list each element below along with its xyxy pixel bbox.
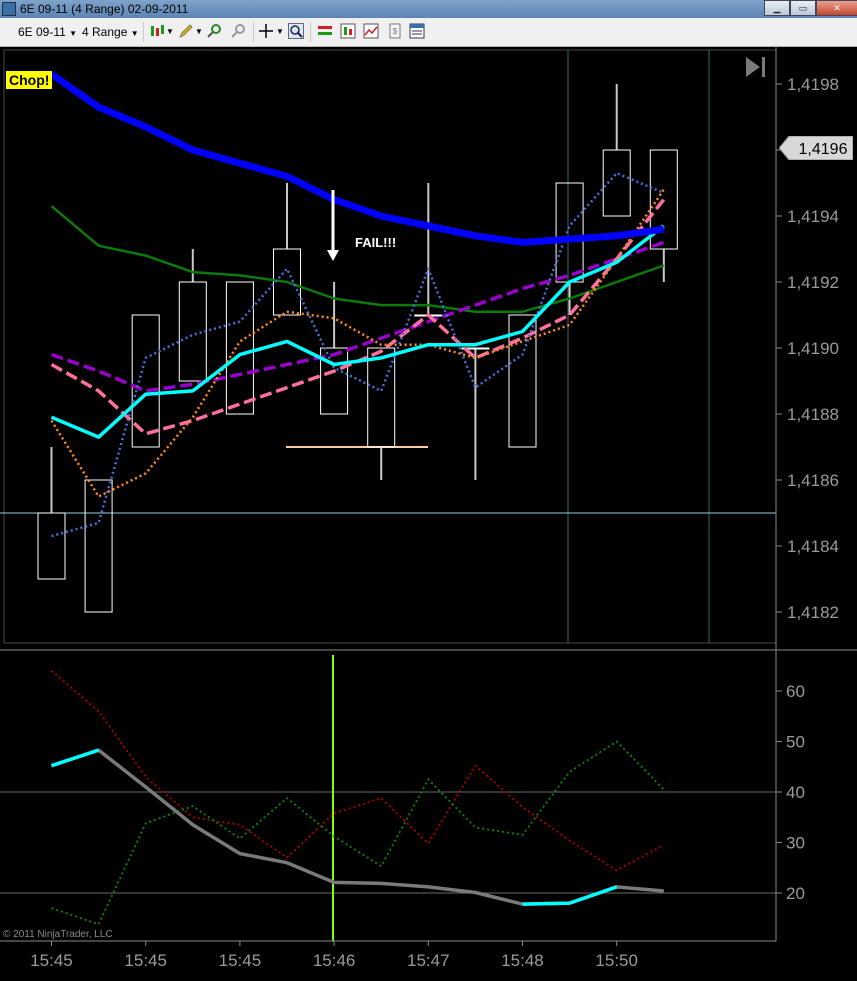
chevron-down-icon[interactable]: ▼ (276, 24, 284, 40)
ma-line-blue-thick (49, 71, 665, 246)
current-price-flag: 1,4196 (779, 136, 853, 160)
chart-area[interactable]: FAIL!!! 1,4198 1,4194 1,4192 1,4190 1,4188 1,… (0, 46, 857, 981)
candle (178, 281, 207, 382)
zoom-out-icon[interactable] (230, 23, 246, 39)
toolbar-separator (143, 22, 144, 42)
price-tick-label: 1,4186 (787, 471, 839, 490)
price-tick-label: 1,4198 (787, 75, 839, 94)
toolbar-separator (310, 22, 311, 42)
instrument-selector[interactable]: 6E 09-11 ▼ (18, 24, 77, 40)
magnifier-icon[interactable] (288, 23, 304, 39)
osc-highlight-segment (522, 885, 618, 906)
chop-label: Chop! (6, 71, 53, 89)
data-icon[interactable]: $ (387, 23, 403, 39)
osc-tick-label: 60 (786, 682, 805, 701)
osc-green-dotted-line (51, 740, 665, 926)
close-button[interactable]: ✕ (816, 0, 857, 16)
candle (225, 281, 254, 415)
fail-label: FAIL!!! (355, 235, 396, 250)
time-tick-label: 15:48 (501, 951, 544, 970)
time-tick-label: 15:50 (595, 951, 638, 970)
osc-tick-label: 40 (786, 783, 805, 802)
candle (555, 182, 584, 283)
candlestick-icon[interactable] (149, 23, 165, 39)
candle (84, 479, 113, 613)
toolbar-separator (253, 22, 254, 42)
osc-tick-label: 50 (786, 733, 805, 752)
price-tick-label: 1,4184 (787, 537, 839, 556)
interval-label: 4 Range (82, 25, 128, 39)
go-to-end-icon (746, 57, 760, 77)
down-arrow-icon (327, 250, 339, 261)
candle (37, 512, 66, 580)
price-tick-label: 1,4182 (787, 603, 839, 622)
price-panel: FAIL!!! (0, 49, 777, 644)
price-tick-label: 1,4188 (787, 405, 839, 424)
zoom-in-icon[interactable] (206, 23, 222, 39)
chevron-down-icon: ▼ (69, 29, 78, 38)
time-tick-label: 15:45 (30, 951, 73, 970)
chevron-down-icon: ▼ (130, 29, 139, 38)
ma-line-blue-dotted (51, 171, 665, 538)
maximize-button[interactable]: ▭ (790, 0, 816, 16)
price-tick-label: 1,4190 (787, 339, 839, 358)
price-tick-label: 1,4194 (787, 207, 839, 226)
interval-selector[interactable]: 4 Range ▼ (82, 24, 139, 40)
strategy-icon[interactable] (363, 23, 379, 39)
time-tick-label: 15:45 (124, 951, 167, 970)
time-tick-label: 15:45 (219, 951, 262, 970)
candle (367, 347, 396, 448)
ma-line-purple-dashed (50, 240, 665, 393)
chevron-down-icon[interactable]: ▼ (195, 24, 203, 40)
pencil-icon[interactable] (178, 23, 194, 39)
order-icon[interactable] (317, 23, 333, 39)
properties-icon[interactable] (409, 23, 425, 39)
minimize-button[interactable]: ▁ (764, 0, 790, 16)
app-icon (2, 2, 16, 16)
ma-line-cyan (50, 224, 665, 439)
oscillator-panel (0, 655, 776, 941)
osc-red-dotted-line (50, 670, 665, 872)
copyright-notice: © 2011 NinjaTrader, LLC (3, 929, 113, 940)
current-price-value: 1,4196 (799, 141, 848, 158)
time-tick-label: 15:46 (313, 951, 356, 970)
price-tick-label: 1,4192 (787, 273, 839, 292)
chart-toolbar: 6E 09-11 ▼ 4 Range ▼ ▼ ▼ ▼ $ (0, 18, 857, 47)
ma-line-green (50, 205, 665, 313)
window-titlebar: 6E 09-11 (4 Range) 02-09-2011 ▁ ▭ ✕ (0, 0, 857, 18)
osc-tick-label: 30 (786, 834, 805, 853)
instrument-label: 6E 09-11 (18, 25, 66, 39)
svg-text:$: $ (393, 27, 398, 36)
window-title: 6E 09-11 (4 Range) 02-09-2011 (20, 2, 189, 16)
osc-highlight-segment (50, 748, 100, 768)
crosshair-icon[interactable] (258, 23, 274, 39)
indicator-icon[interactable] (340, 23, 356, 39)
chevron-down-icon[interactable]: ▼ (166, 24, 174, 40)
osc-tick-label: 20 (786, 884, 805, 903)
time-tick-label: 15:47 (407, 951, 450, 970)
go-to-end-icon (762, 57, 765, 77)
chart-canvas[interactable]: FAIL!!! 1,4198 1,4194 1,4192 1,4190 1,4188 1,… (0, 46, 857, 981)
